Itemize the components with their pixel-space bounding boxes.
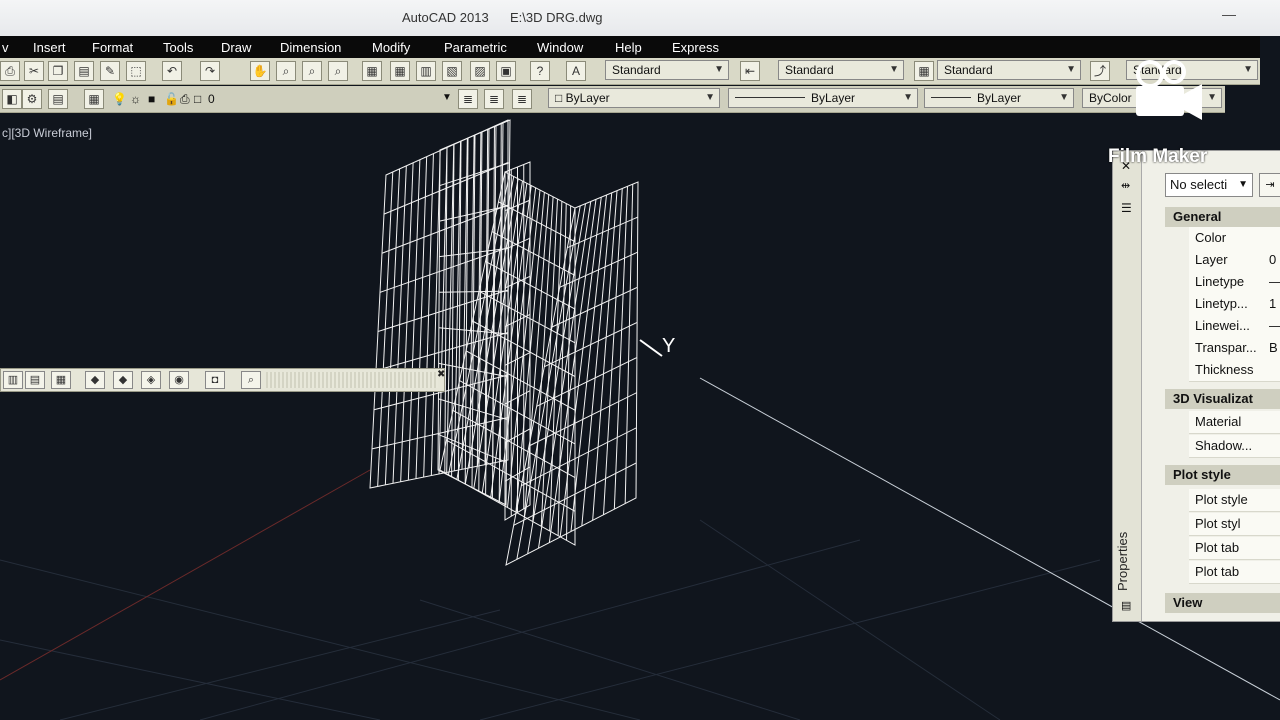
prop-name: Plot tab: [1195, 540, 1240, 555]
selection-value: No selecti: [1170, 177, 1228, 192]
prop-name: Plot tab: [1195, 564, 1240, 579]
wire-line: [581, 192, 613, 526]
section-3d-visualization[interactable]: 3D Visualizat: [1165, 389, 1280, 409]
properties-palette: ✕ ⇹ ☰ Properties ▤ No selecti ▼ ⇥ General…: [1112, 150, 1280, 622]
zoom-icon[interactable]: ⌕: [241, 371, 261, 389]
watermark-text: Film Maker: [1108, 146, 1208, 167]
ucs-y-arrow: [639, 339, 663, 357]
viewport-controls-label[interactable]: c][3D Wireframe]: [2, 126, 92, 140]
wedge-icon[interactable]: ▦: [51, 371, 71, 389]
prop-value: —: [1269, 315, 1280, 337]
selection-dropdown[interactable]: No selecti ▼: [1165, 173, 1253, 197]
wire-line: [491, 231, 576, 276]
sphere-icon[interactable]: ◆: [85, 371, 105, 389]
section-general[interactable]: General: [1165, 207, 1280, 227]
prop-value: B: [1269, 340, 1278, 355]
prop-name: Transpar...: [1195, 340, 1257, 355]
prop-name: Linetype: [1195, 274, 1245, 289]
box-icon[interactable]: ▥: [3, 371, 23, 389]
wire-line: [498, 201, 576, 243]
palette-options-icon[interactable]: ▤: [1121, 599, 1131, 612]
prop-row[interactable]: Shadow...: [1189, 435, 1280, 458]
prop-row[interactable]: Linetyp... 1: [1189, 293, 1280, 316]
prop-name: Linewei...: [1195, 318, 1250, 333]
prop-value: 0: [1269, 252, 1277, 267]
ucs-y-label: Y: [662, 335, 675, 357]
cylinder-icon[interactable]: ▤: [25, 371, 45, 389]
palette-title-strip[interactable]: ✕ ⇹ ☰ Properties ▤: [1113, 151, 1142, 621]
film-camera-icon: [1136, 60, 1202, 120]
wireframe-model[interactable]: [369, 119, 639, 566]
prop-row[interactable]: Layer 0: [1189, 249, 1280, 272]
prop-row[interactable]: Color: [1189, 227, 1280, 250]
prop-value: —: [1269, 271, 1280, 293]
wire-line: [603, 188, 623, 515]
torus-icon[interactable]: ◈: [141, 371, 161, 389]
toolbar-grip[interactable]: [266, 372, 438, 388]
ground-grid: [0, 519, 1101, 720]
prop-name: Thickness: [1195, 362, 1254, 377]
palette-title: Properties: [1115, 531, 1130, 591]
prop-name: Color: [1195, 230, 1227, 245]
close-icon[interactable]: ✖: [437, 369, 445, 380]
prop-value: 1: [1269, 296, 1277, 311]
wire-line: [613, 186, 628, 510]
section-view[interactable]: View: [1165, 593, 1280, 613]
wire-line: [624, 184, 634, 504]
prop-row[interactable]: Plot tab: [1189, 561, 1280, 584]
prop-name: Plot styl: [1195, 516, 1241, 531]
prop-row[interactable]: Plot styl: [1189, 513, 1280, 536]
prop-row[interactable]: Plot style: [1189, 489, 1280, 512]
prop-row[interactable]: Thickness: [1189, 359, 1280, 382]
quick-select-button[interactable]: ⇥: [1259, 173, 1280, 197]
prop-name: Layer: [1195, 252, 1228, 267]
prop-row[interactable]: Material: [1189, 411, 1280, 434]
palette-menu-icon[interactable]: ☰: [1121, 201, 1132, 215]
floating-3d-toolbar: ▥ ▤ ▦ ◆ ◆ ◈ ◉ ◘ ⌕ ✖: [0, 368, 445, 392]
prop-row[interactable]: Linetype —: [1189, 271, 1280, 294]
prop-row[interactable]: Transpar... B: [1189, 337, 1280, 360]
autohide-icon[interactable]: ⇹: [1121, 179, 1130, 192]
drawing-viewport[interactable]: Y: [0, 0, 1280, 720]
prop-row[interactable]: Linewei... —: [1189, 315, 1280, 338]
orbit-icon[interactable]: ◉: [169, 371, 189, 389]
section-plot-style[interactable]: Plot style: [1165, 465, 1280, 485]
prop-name: Linetyp...: [1195, 296, 1248, 311]
chevron-down-icon: ▼: [1238, 179, 1248, 190]
prop-name: Shadow...: [1195, 438, 1253, 453]
prop-name: Plot style: [1195, 492, 1248, 507]
model-space-canvas: Y: [0, 119, 1280, 720]
cone-icon[interactable]: ◆: [113, 371, 133, 389]
prop-name: Material: [1195, 414, 1242, 429]
x-axis-line: [0, 469, 371, 681]
wire-line: [439, 290, 509, 293]
prop-row[interactable]: Plot tab: [1189, 537, 1280, 560]
camera-icon[interactable]: ◘: [205, 371, 225, 389]
